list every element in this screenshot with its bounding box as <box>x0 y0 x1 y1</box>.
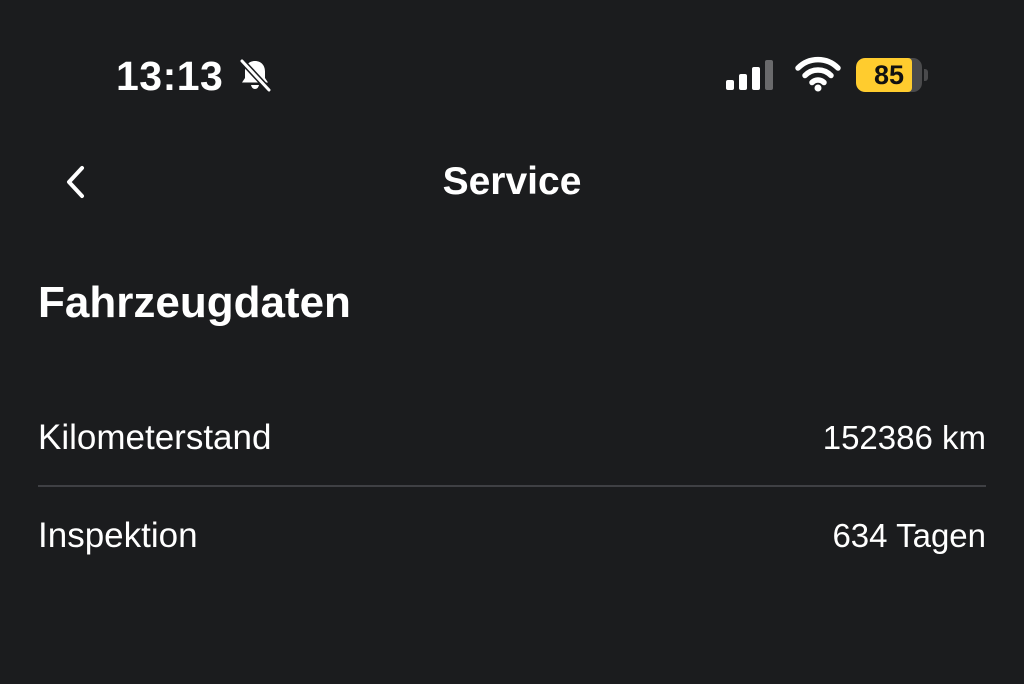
row-value: 152386 km <box>822 419 986 456</box>
row-label: Kilometerstand <box>38 418 272 457</box>
back-button[interactable] <box>50 156 102 208</box>
section-title: Fahrzeugdaten <box>38 278 351 327</box>
wifi-icon <box>795 56 841 92</box>
battery-nub <box>924 69 928 81</box>
battery-indicator: 85 <box>856 58 930 92</box>
battery-body: 85 <box>856 58 922 92</box>
page-title: Service <box>442 160 582 203</box>
cellular-signal-icon <box>726 60 773 90</box>
battery-level: 85 <box>873 60 905 90</box>
row-value: 634 Tagen <box>832 517 986 554</box>
row-label: Inspektion <box>38 516 198 555</box>
list-item-inspektion: Inspektion 634 Tagen <box>38 506 986 566</box>
chevron-left-icon <box>67 166 84 198</box>
list-item-kilometerstand: Kilometerstand 152386 km <box>38 408 986 468</box>
bell-slash-icon <box>239 58 272 93</box>
divider <box>38 485 986 487</box>
status-bar: 13:13 85 <box>0 0 1024 150</box>
status-time: 13:13 <box>116 53 224 99</box>
